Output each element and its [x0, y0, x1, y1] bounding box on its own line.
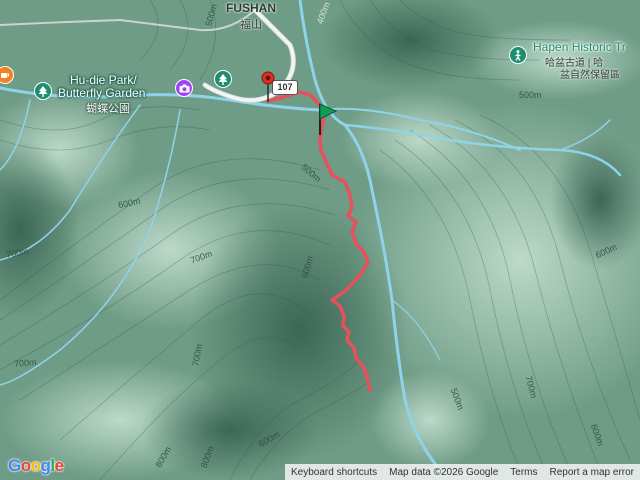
terms-link[interactable]: Terms [504, 467, 543, 478]
tree-icon [218, 73, 228, 85]
camera-icon [179, 84, 189, 92]
poi-label-hudie-zh[interactable]: 蝴蝶公園 [86, 100, 130, 116]
contour-label: 700m [13, 357, 37, 369]
route-shield: 107 [272, 80, 298, 95]
attraction-poi[interactable] [175, 79, 193, 97]
contour-label: 500m [519, 90, 542, 100]
trail-poi-hapen[interactable] [509, 46, 527, 64]
poi-label-hudie-line2[interactable]: Butterfly Garden [58, 87, 145, 100]
terrain-layer [0, 0, 640, 480]
end-pin-icon[interactable] [261, 71, 275, 103]
poi-label-hapen[interactable]: Hapen Historic Tr [533, 41, 626, 54]
hiking-icon [515, 49, 521, 61]
map-canvas[interactable]: 500m 400m 500m 600m 700m 500m 600m 700m … [0, 0, 640, 480]
park-poi-fushan[interactable] [214, 70, 232, 88]
tree-icon [38, 85, 48, 97]
attribution-bar: Keyboard shortcuts Map data ©2026 Google… [284, 464, 640, 480]
place-label-fushan: FUSHAN [226, 1, 276, 15]
park-poi-hudie[interactable] [34, 82, 52, 100]
poi-label-hapen-zh2[interactable]: 盆自然保留區 [560, 66, 620, 81]
cup-icon [1, 73, 9, 78]
map-data-label: Map data ©2026 Google [389, 466, 499, 478]
start-flag-icon[interactable] [316, 102, 338, 136]
report-error-link[interactable]: Report a map error [544, 467, 640, 478]
place-label-fushan-zh: 福山 [240, 19, 262, 31]
google-logo: Google [8, 456, 64, 475]
keyboard-shortcuts-link[interactable]: Keyboard shortcuts [285, 467, 383, 478]
